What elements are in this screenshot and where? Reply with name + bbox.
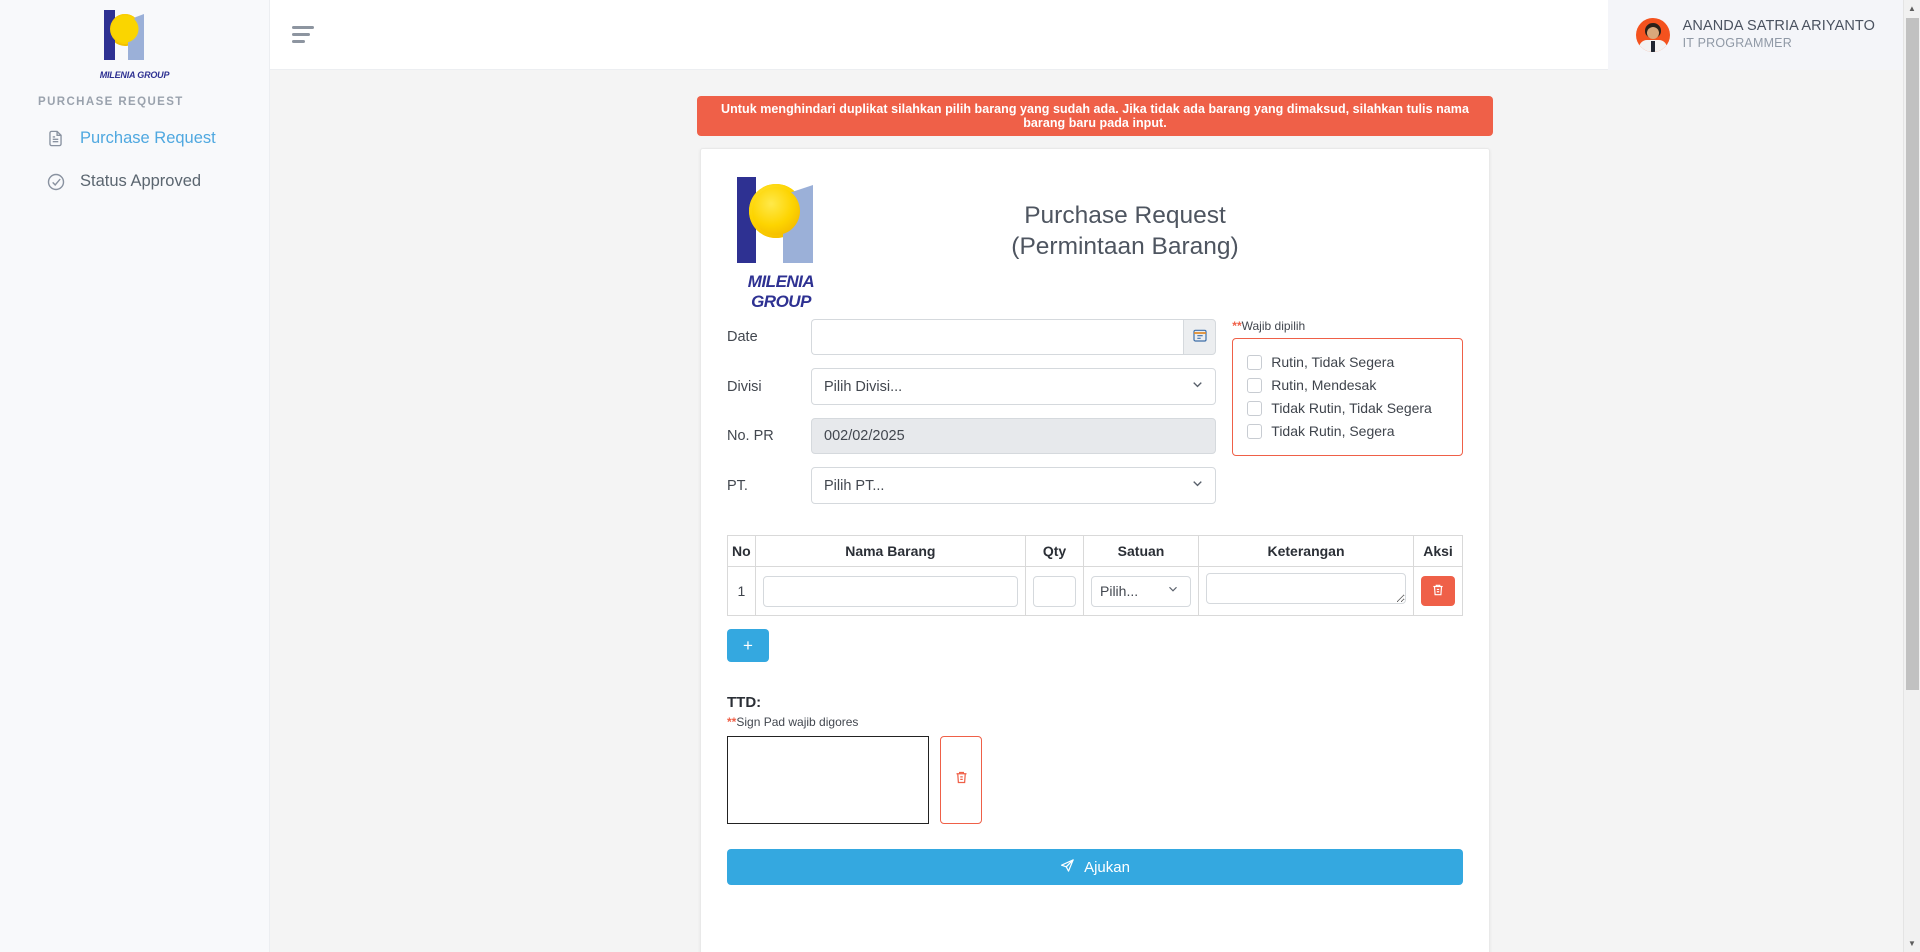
milenia-logo-icon	[737, 177, 813, 263]
sidebar-item-label: Purchase Request	[80, 129, 216, 147]
field-no-pr-label: No. PR	[727, 428, 774, 444]
priority-checkbox-box: Rutin, Tidak Segera Rutin, Mendesak Tida…	[1232, 338, 1463, 456]
priority-option-label: Tidak Rutin, Segera	[1271, 423, 1395, 439]
calendar-icon	[1192, 327, 1208, 348]
cell-keterangan	[1198, 566, 1414, 616]
signature-row	[727, 736, 1463, 824]
cell-satuan: Pilih...	[1083, 566, 1199, 616]
checkbox-icon[interactable]	[1247, 423, 1263, 439]
form-header: MILENIA GROUP Purchase Request (Perminta…	[727, 173, 1463, 311]
scroll-up-arrow-icon[interactable]: ▲	[1904, 0, 1920, 17]
duplicate-warning-alert: Untuk menghindari duplikat silahkan pili…	[697, 96, 1493, 136]
required-text: Wajib dipilih	[1241, 319, 1306, 333]
trash-icon	[954, 770, 969, 790]
priority-option-label: Rutin, Mendesak	[1271, 377, 1377, 393]
purchase-request-form-card: MILENIA GROUP Purchase Request (Perminta…	[700, 148, 1490, 952]
sidebar-item-purchase-request[interactable]: Purchase Request	[0, 120, 269, 157]
form-left-column: Date Divisi Pilih Divisi... No. PR 002/0…	[727, 319, 1217, 517]
cell-aksi	[1413, 566, 1463, 616]
field-date: Date	[727, 319, 1217, 355]
checkbox-icon[interactable]	[1247, 377, 1263, 393]
trash-icon	[1431, 583, 1445, 600]
pt-select[interactable]: Pilih PT...	[811, 467, 1217, 504]
field-divisi: Divisi Pilih Divisi...	[727, 368, 1217, 405]
table-header-row: No Nama Barang Qty Satuan Keterangan Aks…	[727, 535, 1463, 567]
field-pt-label: PT.	[727, 477, 748, 494]
page-title-line1: Purchase Request	[1024, 202, 1226, 230]
priority-group: **Wajib dipilih Rutin, Tidak Segera Ruti…	[1232, 319, 1463, 517]
calendar-button[interactable]	[1183, 319, 1217, 355]
th-keterangan: Keterangan	[1198, 535, 1414, 567]
cell-qty	[1025, 566, 1084, 616]
scrollbar-thumb[interactable]	[1906, 18, 1919, 690]
user-role: IT PROGRAMMER	[1682, 36, 1792, 51]
required-text: Sign Pad wajib digores	[736, 715, 859, 729]
nama-barang-input[interactable]	[762, 575, 1018, 607]
th-no: No	[727, 535, 756, 567]
sidebar-section-title: PURCHASE REQUEST	[38, 96, 184, 108]
page-title: Purchase Request (Permintaan Barang)	[833, 201, 1463, 262]
checkbox-icon[interactable]	[1247, 400, 1263, 416]
content-scroll-area: Untuk menghindari duplikat silahkan pili…	[270, 70, 1920, 952]
field-date-label: Date	[727, 329, 758, 345]
main-area: ANANDA SATRIA ARIYANTO IT PROGRAMMER Unt…	[270, 0, 1920, 952]
submit-button[interactable]: Ajukan	[727, 849, 1463, 885]
date-input[interactable]	[811, 319, 1184, 355]
th-satuan: Satuan	[1083, 535, 1199, 567]
form-logo-wordmark: MILENIA GROUP	[747, 272, 815, 311]
priority-option-tidak-rutin-tidak-segera[interactable]: Tidak Rutin, Tidak Segera	[1245, 397, 1452, 420]
priority-option-rutin-tidak-segera[interactable]: Rutin, Tidak Segera	[1245, 351, 1452, 374]
cell-nama-barang	[754, 566, 1027, 616]
paper-plane-icon	[1060, 858, 1075, 877]
hamburger-icon[interactable]	[292, 26, 318, 43]
th-aksi: Aksi	[1413, 535, 1463, 567]
ttd-title: TTD:	[727, 694, 762, 711]
checkbox-icon[interactable]	[1247, 354, 1263, 370]
required-marker: **	[727, 715, 737, 729]
add-row-button[interactable]: +	[727, 629, 769, 662]
th-qty: Qty	[1025, 535, 1084, 567]
brand-wordmark: MILENIA GROUP	[99, 70, 170, 80]
required-marker: **	[1232, 319, 1242, 333]
th-nama-barang: Nama Barang	[754, 535, 1027, 567]
delete-row-button[interactable]	[1421, 576, 1455, 606]
priority-option-label: Tidak Rutin, Tidak Segera	[1271, 400, 1432, 416]
field-pt: PT. Pilih PT...	[727, 467, 1217, 504]
keterangan-textarea[interactable]	[1206, 573, 1406, 604]
divisi-select[interactable]: Pilih Divisi...	[811, 368, 1217, 405]
row-number: 1	[727, 566, 756, 616]
user-name: ANANDA SATRIA ARIYANTO	[1682, 18, 1875, 35]
satuan-select[interactable]: Pilih...	[1091, 575, 1191, 607]
items-table: No Nama Barang Qty Satuan Keterangan Aks…	[727, 535, 1463, 616]
field-divisi-label: Divisi	[727, 378, 762, 395]
page-title-line2: (Permintaan Barang)	[1011, 233, 1239, 260]
priority-required-note: **Wajib dipilih	[1232, 319, 1463, 333]
clear-signature-button[interactable]	[940, 736, 982, 824]
form-logo: MILENIA GROUP	[729, 173, 833, 311]
priority-option-rutin-mendesak[interactable]: Rutin, Mendesak	[1245, 374, 1452, 397]
table-row: 1 Pilih...	[727, 566, 1463, 616]
topbar: ANANDA SATRIA ARIYANTO IT PROGRAMMER	[270, 0, 1920, 70]
brand-logo: MILENIA GROUP	[0, 0, 269, 80]
scroll-down-arrow-icon[interactable]: ▼	[1904, 935, 1920, 952]
app-root: MILENIA GROUP PURCHASE REQUEST Purchase …	[0, 0, 1920, 952]
user-profile[interactable]: ANANDA SATRIA ARIYANTO IT PROGRAMMER	[1607, 0, 1920, 70]
milenia-logo-icon	[103, 10, 144, 60]
signature-pad[interactable]	[727, 736, 929, 824]
priority-option-label: Rutin, Tidak Segera	[1271, 354, 1395, 370]
check-circle-icon	[45, 171, 66, 192]
sidebar: MILENIA GROUP PURCHASE REQUEST Purchase …	[0, 0, 270, 952]
ttd-required-note: **Sign Pad wajib digores	[727, 715, 1463, 729]
vertical-scrollbar[interactable]: ▲ ▼	[1903, 0, 1920, 952]
form-top-row: Date Divisi Pilih Divisi... No. PR 002/0…	[727, 319, 1463, 517]
sidebar-item-label: Status Approved	[80, 172, 202, 190]
no-pr-input	[811, 418, 1217, 454]
priority-option-tidak-rutin-segera[interactable]: Tidak Rutin, Segera	[1245, 420, 1452, 443]
document-icon	[45, 128, 66, 149]
sidebar-item-status-approved[interactable]: Status Approved	[0, 163, 269, 200]
field-no-pr: No. PR	[727, 418, 1217, 454]
submit-button-label: Ajukan	[1084, 858, 1130, 876]
qty-input[interactable]	[1033, 575, 1076, 607]
avatar	[1635, 17, 1670, 52]
